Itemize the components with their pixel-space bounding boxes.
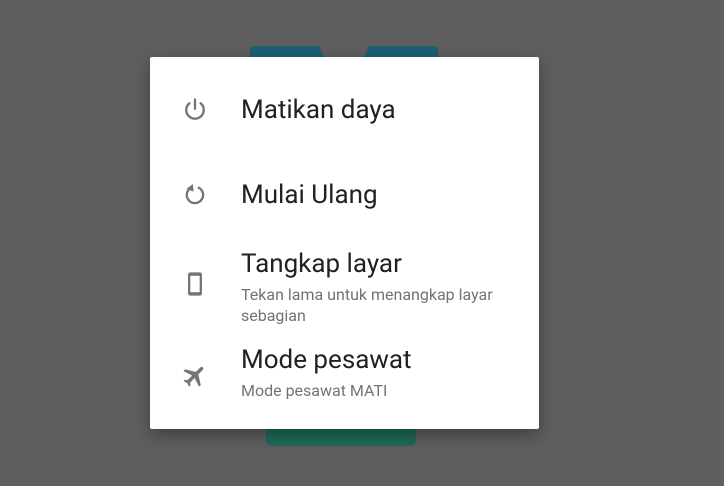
airplane-mode-status: Mode pesawat MATI [241,381,388,400]
power-icon [180,95,210,125]
restart-option[interactable]: Mulai Ulang [150,157,539,247]
airplane-mode-label: Mode pesawat [241,345,412,375]
airplane-icon [180,361,210,391]
screenshot-label: Tangkap layar [241,249,402,279]
screenshot-option[interactable]: Tangkap layar Tekan lama untuk menangkap… [150,247,539,337]
screenshot-sublabel: Tekan lama untuk menangkap layar sebagia… [241,285,493,325]
phone-screenshot-icon [180,269,210,299]
restart-label: Mulai Ulang [241,180,378,210]
restart-icon [180,180,210,210]
power-off-option[interactable]: Matikan daya [150,57,539,157]
power-menu-dialog: Matikan daya Mulai Ulang Tangkap layar T… [150,57,539,429]
power-off-label: Matikan daya [241,95,396,125]
airplane-mode-option[interactable]: Mode pesawat Mode pesawat MATI [150,337,539,429]
